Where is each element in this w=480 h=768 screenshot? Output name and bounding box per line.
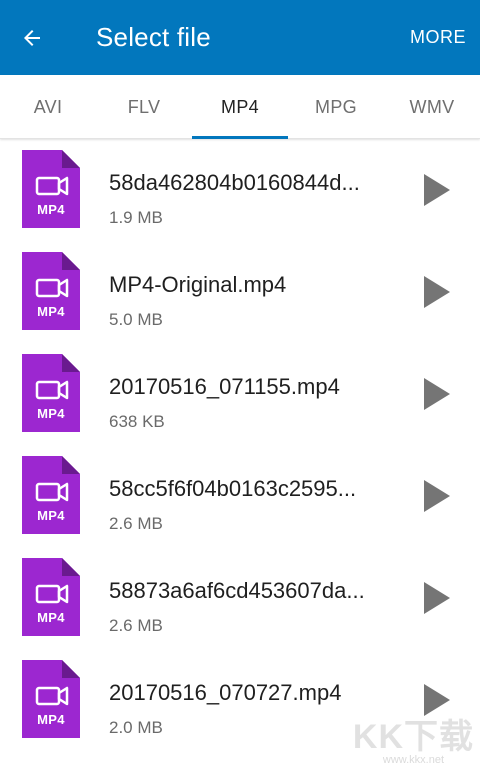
app-bar: Select file MORE [0,0,480,75]
mp4-file-icon: MP4 [22,150,80,228]
more-button[interactable]: MORE [410,0,466,75]
list-item[interactable]: MP4 58873a6af6cd453607da... 2.6 MB [0,548,480,650]
file-list: MP4 58da462804b0160844d... 1.9 MB MP4 MP… [0,140,480,752]
file-size: 638 KB [109,412,165,431]
tab-indicator [192,136,288,139]
mp4-file-icon: MP4 [22,252,80,330]
play-icon[interactable] [424,276,450,308]
file-name: 20170516_071155.mp4 [109,374,340,399]
back-button[interactable] [0,0,64,75]
watermark-logo-text: KK下载 [352,718,474,756]
file-size: 2.6 MB [109,616,163,635]
mp4-file-icon: MP4 [22,354,80,432]
tab-label: MP4 [221,96,259,117]
file-size: 1.9 MB [109,208,163,227]
mp4-file-icon: MP4 [22,456,80,534]
list-item[interactable]: MP4 20170516_071155.mp4 638 KB [0,344,480,446]
tab-label: FLV [127,96,161,117]
tab-mpg[interactable]: MPG [288,75,384,139]
file-type-badge: MP4 [37,202,65,217]
play-icon[interactable] [424,582,450,614]
file-type-badge: MP4 [37,304,65,319]
arrow-left-icon [24,29,40,46]
play-icon[interactable] [424,174,450,206]
file-type-badge: MP4 [37,508,65,523]
file-name: 58873a6af6cd453607da... [109,578,365,603]
play-icon[interactable] [424,378,450,410]
file-name: MP4-Original.mp4 [109,272,287,297]
watermark: KK下载 www.kkx.net [353,709,474,766]
list-item[interactable]: MP4 58da462804b0160844d... 1.9 MB [0,140,480,242]
tab-label: AVI [33,96,63,117]
file-type-badge: MP4 [37,406,65,421]
tab-label: MPG [315,96,357,117]
file-name: 58cc5f6f04b0163c2595... [109,476,357,501]
file-type-badge: MP4 [37,610,65,625]
tab-avi[interactable]: AVI [0,75,96,139]
tab-mp4[interactable]: MP4 [192,75,288,139]
play-icon[interactable] [424,480,450,512]
file-type-badge: MP4 [37,712,65,727]
next-item-peek [22,762,80,768]
mp4-file-icon: MP4 [22,558,80,636]
file-name: 58da462804b0160844d... [109,170,360,195]
list-item[interactable]: MP4 MP4-Original.mp4 5.0 MB [0,242,480,344]
mp4-file-icon: MP4 [22,660,80,738]
format-tabs: AVI FLV MP4 MPG WMV [0,75,480,139]
tab-wmv[interactable]: WMV [384,75,480,139]
page-title: Select file [96,22,211,52]
file-name: 20170516_070727.mp4 [109,680,342,705]
list-item[interactable]: MP4 58cc5f6f04b0163c2595... 2.6 MB [0,446,480,548]
tab-flv[interactable]: FLV [96,75,192,139]
tab-label: WMV [409,96,455,117]
file-size: 5.0 MB [109,310,163,329]
file-size: 2.0 MB [109,718,163,737]
file-size: 2.6 MB [109,514,163,533]
